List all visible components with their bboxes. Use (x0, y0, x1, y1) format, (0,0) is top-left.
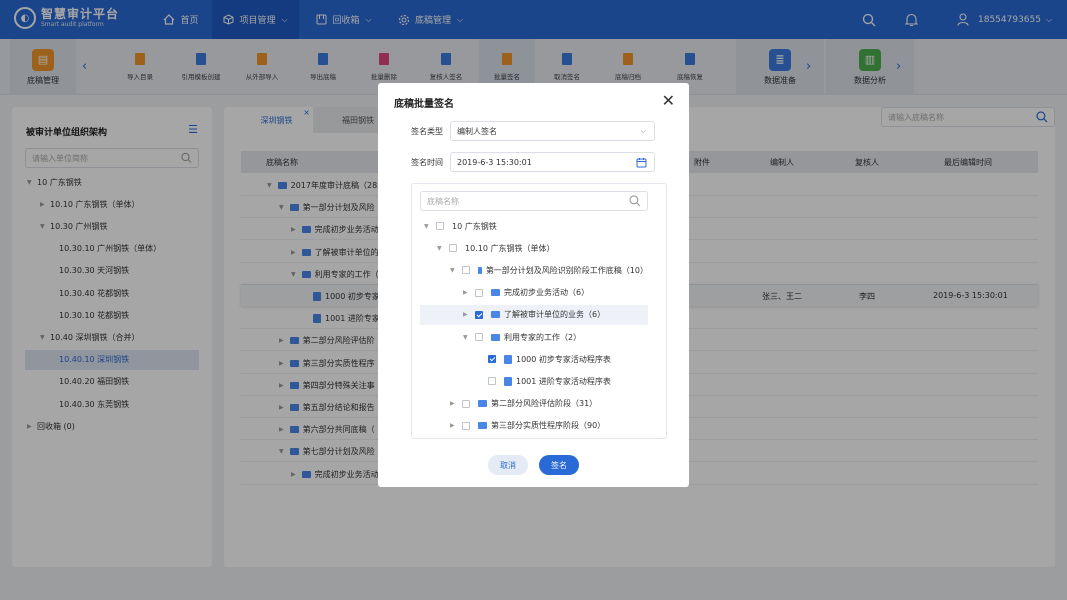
draft-select-tree: 底稿名称 ▼ 10 广东钢铁 ▼ 10.10 广东钢铁（单体） ▼ 第一部分计划及风险识别… (411, 183, 667, 439)
caret-down-icon[interactable]: ▼ (437, 245, 449, 252)
node-checkbox[interactable] (475, 333, 483, 341)
node-checkbox[interactable] (462, 399, 470, 408)
dialog-node-label: 第三部分实质性程序阶段（90） (491, 421, 606, 431)
dialog-tree-node[interactable]: ▼ 第一部分计划及风险识别阶段工作底稿（10） (420, 260, 648, 280)
folder-icon (478, 266, 482, 274)
dialog-tree-node[interactable]: ▼ 利用专家的工作（2） (420, 327, 648, 347)
sign-type-label: 签名类型 (411, 127, 443, 136)
batch-sign-dialog: 底稿批量签名 ✕ 签名类型 编制人签名 ⌵ 签名时间 2019-6-3 15:3… (378, 83, 689, 487)
caret-down-icon[interactable]: ▼ (450, 267, 462, 274)
dialog-tree-node[interactable]: ▶ 第二部分风险评估阶段（31） (420, 394, 648, 414)
dialog-tree-node[interactable]: ▼ 10.10 广东钢铁（单体） (420, 238, 648, 258)
chevron-down-icon: ⌵ (640, 126, 646, 135)
dialog-tree-node[interactable]: 1000 初步专家活动程序表 (420, 349, 648, 369)
sign-time-value: 2019-6-3 15:30:01 (457, 157, 532, 167)
node-checkbox[interactable] (462, 266, 470, 275)
caret-down-icon[interactable]: ▼ (463, 334, 475, 341)
dialog-node-label: 1001 进阶专家活动程序表 (516, 376, 611, 386)
node-checkbox[interactable] (462, 421, 470, 430)
dialog-title: 底稿批量签名 (394, 99, 454, 110)
dialog-search-placeholder: 底稿名称 (427, 196, 459, 206)
folder-icon (478, 400, 487, 408)
caret-right-icon[interactable]: ▶ (463, 311, 475, 318)
dialog-tree-node[interactable]: ▼ 10 广东钢铁 (420, 216, 648, 236)
folder-icon (491, 311, 500, 319)
dialog-node-label: 利用专家的工作（2） (504, 332, 582, 342)
node-checkbox[interactable] (475, 288, 483, 297)
sign-type-value: 编制人签名 (457, 126, 497, 136)
document-icon (504, 354, 512, 364)
dialog-node-label: 1000 初步专家活动程序表 (516, 354, 611, 364)
folder-icon (491, 289, 500, 297)
sign-time-picker[interactable]: 2019-6-3 15:30:01 (450, 152, 655, 172)
folder-icon (478, 422, 487, 430)
dialog-tree-node[interactable]: ▶ 了解被审计单位的业务（6） (420, 304, 648, 325)
node-checkbox[interactable] (488, 377, 496, 386)
search-icon (629, 195, 641, 207)
folder-icon (491, 333, 500, 341)
sign-type-select[interactable]: 编制人签名 ⌵ (450, 121, 655, 141)
dialog-tree-node[interactable]: ▶ 完成初步业务活动（6） (420, 283, 648, 303)
caret-down-icon[interactable]: ▼ (424, 223, 436, 230)
dialog-node-label: 第一部分计划及风险识别阶段工作底稿（10） (485, 265, 648, 275)
document-icon (504, 376, 512, 386)
node-checkbox[interactable] (475, 310, 483, 319)
sign-time-label: 签名时间 (411, 158, 443, 167)
caret-right-icon[interactable]: ▶ (450, 422, 462, 429)
calendar-icon (636, 157, 647, 167)
close-icon[interactable]: ✕ (662, 91, 675, 110)
dialog-node-label: 了解被审计单位的业务（6） (504, 310, 606, 320)
caret-right-icon[interactable]: ▶ (463, 289, 475, 296)
dialog-tree-node[interactable]: 1001 进阶专家活动程序表 (420, 371, 648, 391)
node-checkbox[interactable] (488, 355, 496, 364)
caret-right-icon[interactable]: ▶ (450, 400, 462, 407)
dialog-node-label: 10.10 广东钢铁（单体） (465, 243, 555, 253)
dialog-tree-node[interactable]: ▶ 第三部分实质性程序阶段（90） (420, 416, 648, 436)
dialog-node-label: 10 广东钢铁 (452, 221, 497, 231)
cancel-button[interactable]: 取消 (488, 455, 528, 475)
node-checkbox[interactable] (436, 222, 444, 230)
node-checkbox[interactable] (449, 244, 457, 253)
dialog-search-input[interactable]: 底稿名称 (420, 191, 648, 211)
dialog-node-label: 第二部分风险评估阶段（31） (491, 399, 598, 409)
dialog-node-label: 完成初步业务活动（6） (504, 288, 590, 298)
sign-button[interactable]: 签名 (539, 455, 579, 475)
